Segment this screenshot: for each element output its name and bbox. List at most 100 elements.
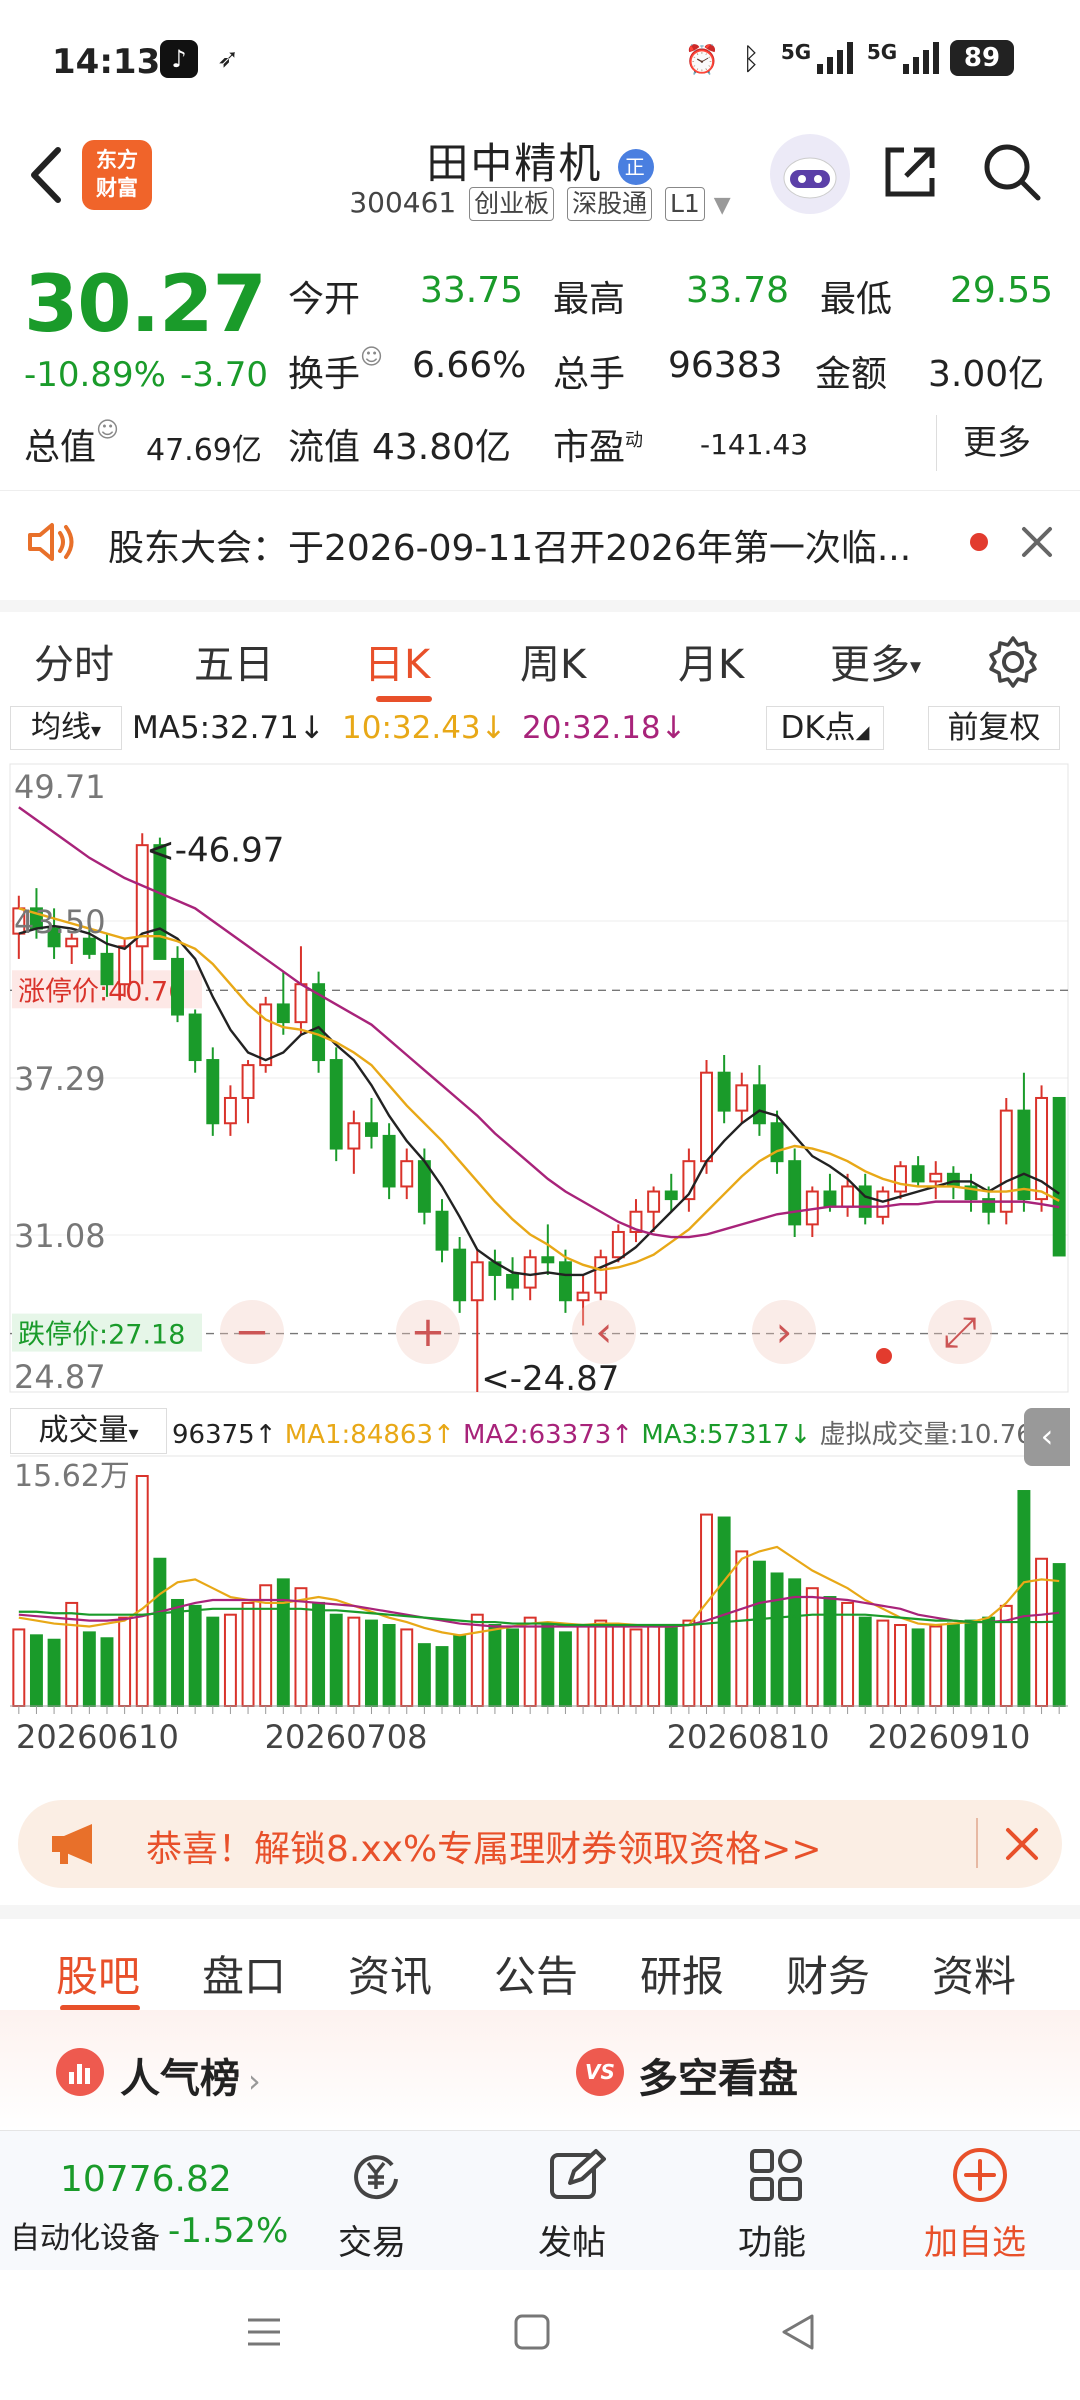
candle-body xyxy=(823,1190,837,1208)
volume-selector[interactable]: 成交量▾ xyxy=(10,1408,167,1454)
kline-chart[interactable]: 均线▾ MA5:32.71↓ 10:32.43↓ 20:32.18↓ DK点◢ … xyxy=(0,700,1080,1770)
lowest-price-annotation: <-24.87 xyxy=(481,1359,619,1399)
ai-assistant-icon[interactable] xyxy=(770,134,850,214)
tab-more[interactable]: 更多▾ xyxy=(830,632,921,690)
level-tag: L1 xyxy=(664,187,705,221)
candle-body xyxy=(294,983,308,1024)
candle-body xyxy=(400,1160,414,1188)
dk-point-button[interactable]: DK点◢ xyxy=(766,706,884,750)
tab-financials[interactable]: 财务 xyxy=(786,1943,870,2004)
turnover-label: 换手☺ xyxy=(288,345,383,395)
candle-body xyxy=(894,1165,907,1193)
volume-bar xyxy=(82,1631,96,1708)
promo-banner[interactable]: 恭喜！解锁8.xx%专属理财券领取资格>> xyxy=(18,1800,1062,1888)
candle-body xyxy=(558,1261,572,1302)
status-bar: 14:13 ♪ ➶ ⏰ ᛒ 5G 5G 89 xyxy=(0,0,1080,120)
collapse-panel-button[interactable]: ‹ xyxy=(1024,1408,1070,1466)
volume-bar xyxy=(611,1624,625,1708)
volume-bar xyxy=(400,1628,414,1708)
trade-label[interactable]: 交易 xyxy=(338,2215,406,2264)
functions-label[interactable]: 功能 xyxy=(738,2215,806,2264)
tab-orderbook[interactable]: 盘口 xyxy=(202,1943,286,2004)
candle-body xyxy=(171,957,184,1016)
caret-down-icon: ▾ xyxy=(910,654,922,680)
dropdown-icon[interactable]: ▼ xyxy=(714,193,731,218)
unread-dot xyxy=(970,533,988,551)
adjust-button[interactable]: 前复权 xyxy=(928,706,1060,750)
price-axis-label: 24.87 xyxy=(14,1358,106,1396)
candle-body xyxy=(100,952,114,986)
volume-bar xyxy=(946,1622,960,1708)
trade-icon[interactable] xyxy=(346,2145,406,2205)
search-icon[interactable] xyxy=(980,140,1044,204)
tab-research[interactable]: 研报 xyxy=(640,1943,724,2004)
chart-canvas[interactable]: 涨停价:40.76跌停价:27.18 49.71 43.50 37.29 31.08 2… xyxy=(0,756,1080,1770)
volume-bar xyxy=(717,1516,731,1707)
add-watchlist-label[interactable]: 加自选 xyxy=(924,2215,1026,2264)
candle-body xyxy=(1017,1109,1031,1201)
pe-label: 市盈动 xyxy=(553,427,644,468)
tab-announcements[interactable]: 公告 xyxy=(494,1943,578,2004)
vol-ma3: MA3:57317↓ xyxy=(641,1420,812,1450)
popularity-ranking-link[interactable]: 人气榜 › xyxy=(120,2046,261,2104)
post-icon[interactable] xyxy=(546,2145,606,2205)
marker-dot xyxy=(876,1348,892,1364)
tab-news[interactable]: 资讯 xyxy=(348,1943,432,2004)
turnover-value: 6.66% xyxy=(412,345,527,386)
bluetooth-icon: ᛒ xyxy=(742,41,760,77)
settings-gear-icon[interactable] xyxy=(985,634,1041,690)
info-icon[interactable]: ☺ xyxy=(360,345,383,370)
mktcap-value: 47.69亿 xyxy=(146,433,262,468)
vol-value: 96375↑ xyxy=(172,1420,277,1450)
volume-bar xyxy=(241,1601,255,1707)
home-icon[interactable] xyxy=(512,2312,552,2352)
open-value: 33.75 xyxy=(420,270,524,311)
sector-index-name[interactable]: 自动化设备 xyxy=(10,2213,160,2257)
volume-bar xyxy=(876,1619,890,1708)
pan-left-icon[interactable]: ‹ xyxy=(572,1300,636,1364)
stock-code: 300461 xyxy=(349,186,457,219)
tab-five-day[interactable]: 五日 xyxy=(194,632,274,690)
ma5-label: MA5:32.71↓ xyxy=(132,710,325,746)
tab-daily-k[interactable]: 日K xyxy=(364,632,430,690)
tab-profile[interactable]: 资料 xyxy=(932,1943,1016,2004)
candle-body xyxy=(735,1084,749,1112)
fullscreen-icon[interactable]: ⤢ xyxy=(928,1300,992,1364)
volume-bar xyxy=(223,1613,237,1707)
bull-bear-link[interactable]: 多空看盘 xyxy=(638,2046,798,2104)
hot-row: 人气榜 › VS 多空看盘 xyxy=(0,2010,1080,2130)
volume-bar xyxy=(453,1634,467,1708)
tab-monthly-k[interactable]: 月K xyxy=(678,632,744,690)
menu-icon[interactable] xyxy=(244,2312,284,2352)
volume-bar xyxy=(700,1513,713,1707)
add-watchlist-icon[interactable] xyxy=(950,2145,1010,2205)
zoom-in-icon[interactable]: + xyxy=(396,1300,460,1364)
volume-bar xyxy=(647,1625,661,1708)
sector-index-value[interactable]: 10776.82 xyxy=(60,2159,232,2200)
volume-bar xyxy=(294,1587,308,1708)
volume-bar xyxy=(435,1646,449,1707)
more-button[interactable]: 更多 xyxy=(936,415,1057,471)
info-icon[interactable]: ☺ xyxy=(96,418,119,443)
volume-bar xyxy=(470,1613,484,1707)
notice-bar[interactable]: 股东大会：于2026-09-11召开2026年第一次临... xyxy=(0,490,1080,591)
ma-selector[interactable]: 均线▾ xyxy=(10,706,122,750)
price-axis-label: 31.08 xyxy=(14,1217,106,1255)
share-icon[interactable] xyxy=(878,140,942,204)
close-icon[interactable] xyxy=(1020,525,1054,559)
tab-forum[interactable]: 股吧 xyxy=(56,1943,140,2004)
tab-weekly-k[interactable]: 周K xyxy=(520,632,586,690)
post-label[interactable]: 发帖 xyxy=(538,2215,606,2264)
close-banner-icon[interactable] xyxy=(1004,1826,1040,1862)
candle-body xyxy=(752,1084,766,1125)
candle-body xyxy=(118,945,132,986)
pan-right-icon[interactable]: › xyxy=(752,1300,816,1364)
volume-bar xyxy=(100,1637,114,1707)
zoom-out-icon[interactable]: − xyxy=(220,1300,284,1364)
back-nav-icon[interactable] xyxy=(778,2312,818,2352)
bottom-dock: 10776.82 自动化设备 -1.52% 交易 发帖 功能 加自选 xyxy=(0,2130,1080,2271)
functions-icon[interactable] xyxy=(746,2145,806,2205)
candle-body xyxy=(206,1059,220,1125)
volume-bar xyxy=(682,1619,696,1708)
tab-intraday[interactable]: 分时 xyxy=(34,632,114,690)
